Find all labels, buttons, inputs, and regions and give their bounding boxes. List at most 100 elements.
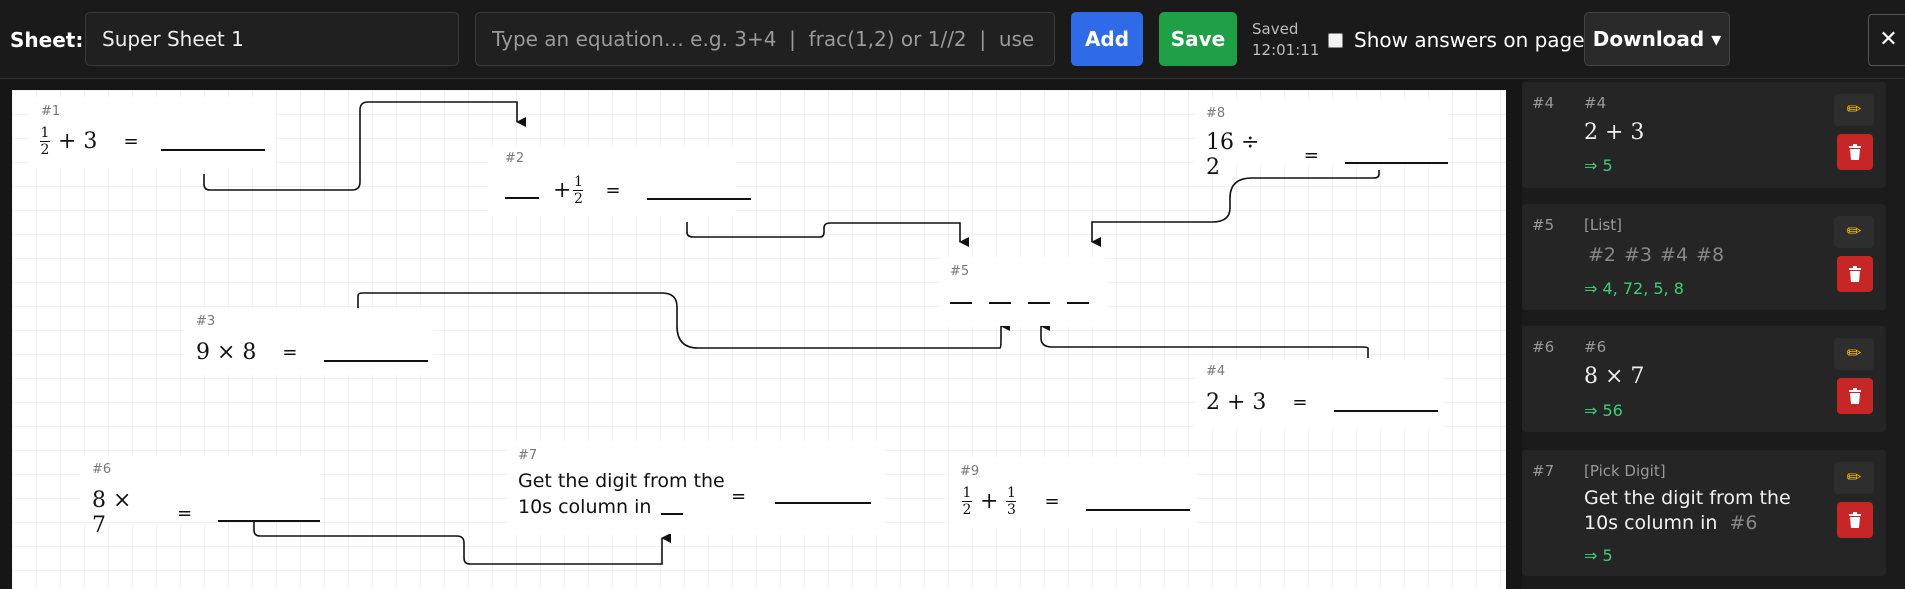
equation-card[interactable]: #6 8 × 7 = bbox=[80, 456, 320, 538]
toolbar: Sheet: Add Save Saved 12:01:11 Show answ… bbox=[0, 0, 1905, 79]
equation-card[interactable]: #9 12 + 13 = bbox=[950, 458, 1198, 530]
answer-blank[interactable] bbox=[1344, 146, 1448, 164]
show-answers-toggle[interactable]: Show answers on page bbox=[1328, 28, 1585, 52]
equation-input[interactable] bbox=[475, 12, 1055, 66]
trash-icon[interactable] bbox=[1837, 378, 1873, 414]
equals-sign: = bbox=[1044, 491, 1060, 512]
item-question-text: Get the digit from the bbox=[1584, 487, 1791, 509]
card-id: #9 bbox=[960, 464, 980, 479]
reference-blank[interactable] bbox=[989, 288, 1011, 304]
reference: #6 bbox=[1729, 512, 1758, 534]
item-tag: #4 bbox=[1584, 94, 1607, 112]
item-tag: #6 bbox=[1584, 338, 1607, 356]
expression: 2 + 3 bbox=[1206, 390, 1267, 415]
item-tag: [Pick Digit] bbox=[1584, 462, 1666, 480]
trash-icon[interactable] bbox=[1837, 502, 1873, 538]
card-id: #5 bbox=[950, 264, 970, 279]
equation-card[interactable]: #1 12 + 3 = bbox=[28, 98, 276, 170]
card-id: #7 bbox=[518, 448, 538, 463]
wire-3-to-5 bbox=[357, 292, 1010, 349]
item-id: #5 bbox=[1532, 216, 1555, 234]
answer-blank[interactable] bbox=[775, 486, 871, 504]
save-status: Saved 12:01:11 bbox=[1252, 19, 1319, 61]
sidebar-item[interactable]: #6 #6 8 × 7 ⇒ 56 ✏ bbox=[1522, 326, 1886, 432]
item-id: #7 bbox=[1532, 462, 1555, 480]
equals-sign: = bbox=[605, 180, 621, 201]
item-question-text: 10s column in bbox=[1584, 512, 1718, 534]
sheet-label: Sheet: bbox=[10, 28, 84, 52]
fraction: 13 bbox=[1006, 485, 1017, 518]
close-sidebar-button[interactable]: ✕ bbox=[1868, 14, 1905, 66]
answer-blank[interactable] bbox=[1333, 394, 1438, 412]
wire-2-to-5 bbox=[686, 222, 969, 247]
expression: + bbox=[553, 178, 572, 203]
saved-time: 12:01:11 bbox=[1252, 41, 1320, 59]
answer-blank[interactable] bbox=[646, 182, 751, 200]
reference: #2 bbox=[1588, 244, 1617, 266]
equation-card[interactable]: #8 16 ÷ 2 = bbox=[1194, 100, 1448, 180]
list-card[interactable]: #5 bbox=[938, 258, 1108, 326]
expression: 8 × 7 bbox=[92, 488, 132, 538]
card-id: #3 bbox=[196, 314, 216, 329]
trash-icon[interactable] bbox=[1837, 256, 1873, 292]
pencil-icon[interactable]: ✏ bbox=[1834, 462, 1874, 494]
item-answer: ⇒ 5 bbox=[1584, 546, 1613, 565]
card-id: #8 bbox=[1206, 106, 1226, 121]
equation-card[interactable]: #4 2 + 3 = bbox=[1194, 358, 1444, 428]
fraction: 12 bbox=[962, 485, 972, 518]
equals-sign: = bbox=[177, 502, 193, 524]
card-id: #4 bbox=[1206, 364, 1226, 379]
item-answer: ⇒ 4, 72, 5, 8 bbox=[1584, 279, 1684, 298]
item-expression: 2 + 3 bbox=[1584, 120, 1645, 145]
answer-blank[interactable] bbox=[323, 344, 428, 362]
item-references: #2 #3 #4 #8 bbox=[1588, 244, 1732, 266]
card-id: #1 bbox=[41, 104, 61, 119]
add-button[interactable]: Add bbox=[1071, 12, 1143, 66]
pencil-icon[interactable]: ✏ bbox=[1834, 216, 1874, 248]
sidebar-item[interactable]: #7 [Pick Digit] Get the digit from the 1… bbox=[1522, 450, 1886, 576]
card-id: #6 bbox=[92, 462, 112, 477]
expression: 9 × 8 bbox=[196, 340, 257, 365]
answer-blank[interactable] bbox=[160, 133, 265, 151]
wire-4-to-5 bbox=[1040, 321, 1369, 358]
pencil-icon[interactable]: ✏ bbox=[1834, 338, 1874, 370]
sidebar-item[interactable]: #5 [List] #2 #3 #4 #8 ⇒ 4, 72, 5, 8 ✏ bbox=[1522, 204, 1886, 310]
checkbox-icon[interactable] bbox=[1328, 32, 1343, 48]
pencil-icon[interactable]: ✏ bbox=[1834, 94, 1874, 126]
pick-digit-card[interactable]: #7 Get the digit from the 10s column in … bbox=[506, 442, 886, 534]
item-answer: ⇒ 5 bbox=[1584, 156, 1613, 175]
item-answer: ⇒ 56 bbox=[1584, 401, 1623, 420]
sheet-name-input[interactable] bbox=[85, 12, 459, 66]
reference-blank[interactable] bbox=[1028, 288, 1050, 304]
reference: #8 bbox=[1696, 244, 1725, 266]
reference-blank[interactable] bbox=[950, 288, 972, 304]
items-sidebar[interactable]: #4 #4 2 + 3 ⇒ 5 ✏ #5 [List] #2 #3 #4 #8 ⇒ 4… bbox=[1522, 80, 1905, 589]
equals-sign: = bbox=[731, 486, 747, 507]
item-tag: [List] bbox=[1584, 216, 1622, 234]
reference-blank[interactable] bbox=[1067, 288, 1089, 304]
question-text: 10s column in bbox=[518, 496, 652, 518]
expression: + 3 bbox=[58, 129, 98, 154]
question-text: Get the digit from the bbox=[518, 470, 725, 492]
equals-sign: = bbox=[282, 342, 298, 363]
fraction: 12 bbox=[573, 174, 584, 207]
download-button[interactable]: Download ▾ bbox=[1584, 12, 1730, 66]
saved-label: Saved bbox=[1252, 20, 1299, 38]
sidebar-item[interactable]: #4 #4 2 + 3 ⇒ 5 ✏ bbox=[1522, 82, 1886, 188]
equation-card[interactable]: #2 + 12 = bbox=[488, 145, 751, 217]
answer-blank[interactable] bbox=[218, 504, 320, 522]
card-id: #2 bbox=[505, 151, 525, 166]
answer-blank[interactable] bbox=[1085, 493, 1190, 511]
item-id: #4 bbox=[1532, 94, 1555, 112]
reference-blank[interactable] bbox=[505, 183, 539, 199]
worksheet-canvas[interactable]: #1 12 + 3 = #2 + 12 = #3 9 × 8 = #4 2 + … bbox=[12, 90, 1506, 589]
equals-sign: = bbox=[123, 131, 139, 152]
trash-icon[interactable] bbox=[1837, 134, 1873, 170]
equation-card[interactable]: #3 9 × 8 = bbox=[184, 308, 434, 374]
expression: + bbox=[980, 489, 999, 514]
equals-sign: = bbox=[1292, 392, 1308, 413]
save-button[interactable]: Save bbox=[1159, 12, 1237, 66]
wire-8-to-5 bbox=[1091, 170, 1380, 247]
reference-blank[interactable] bbox=[661, 499, 684, 515]
fraction: 12 bbox=[40, 125, 50, 158]
